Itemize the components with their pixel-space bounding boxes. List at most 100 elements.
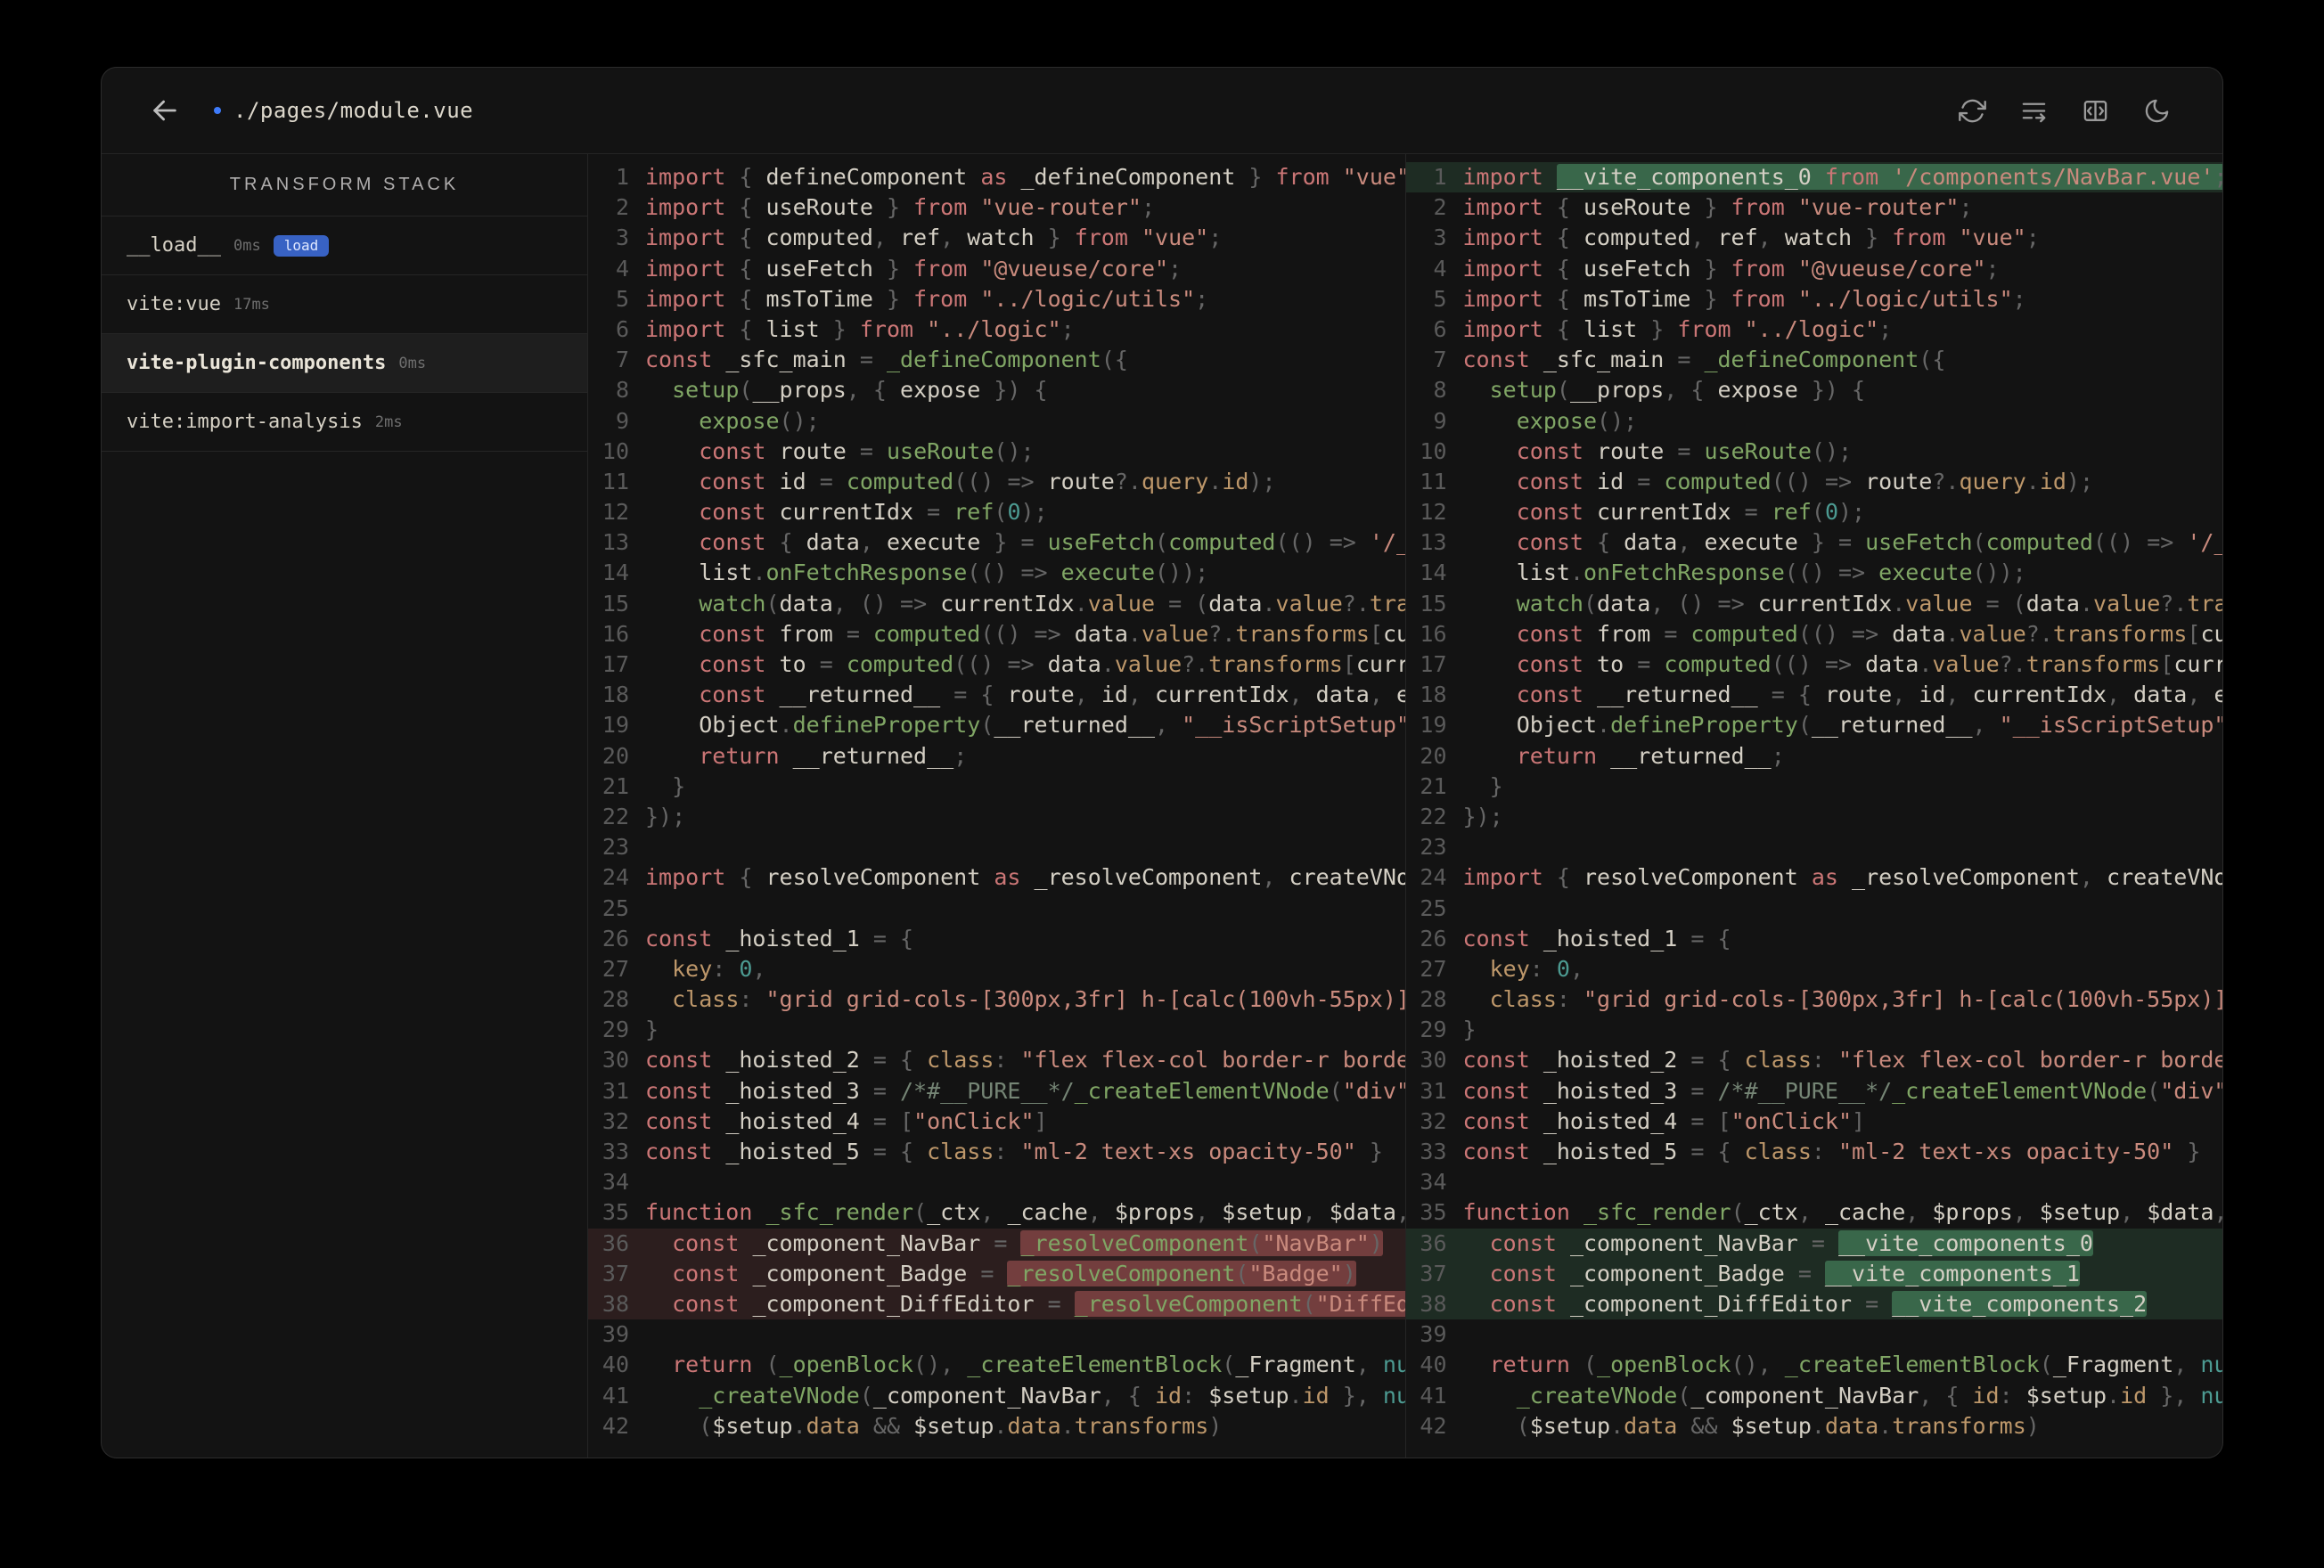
- code-text: const _component_DiffEditor = __vite_com…: [1489, 1290, 2148, 1317]
- code-text: const _hoisted_4 = ["onClick"]: [645, 1107, 1048, 1134]
- line-number: 15: [601, 590, 629, 617]
- line-number: 20: [1420, 742, 1447, 769]
- code-text: const _hoisted_1 = {: [645, 925, 914, 951]
- code-line: 13 const { data, execute } = useFetch(co…: [588, 527, 1405, 558]
- code-line: 27 key: 0,: [588, 954, 1405, 984]
- code-text: setup(__props, { expose }) {: [672, 377, 1048, 404]
- code-line: 22});: [588, 802, 1405, 832]
- diff-added-mark: __vite_components_1: [1824, 1260, 2080, 1286]
- code-text: import { computed, ref, watch } from "vu…: [1462, 225, 2040, 251]
- code-line: 38 const _component_DiffEditor = _resolv…: [588, 1288, 1405, 1320]
- code-line: 7 const _sfc_main = _defineComponent({: [1406, 345, 2223, 375]
- line-number: 7: [615, 347, 629, 373]
- line-number: 26: [1420, 925, 1447, 951]
- code-text: const route = useRoute();: [1516, 437, 1853, 464]
- line-number: 9: [1433, 407, 1447, 434]
- diff-pane-before[interactable]: 1 import { defineComponent as _defineComp…: [588, 154, 1405, 1458]
- line-number: 29: [1420, 1017, 1447, 1043]
- line-number: 41: [601, 1382, 629, 1409]
- code-line: 8 setup(__props, { expose }) {: [1406, 375, 2223, 405]
- plugin-name: vite:vue: [127, 293, 221, 315]
- line-number: 22: [601, 803, 629, 829]
- code-line: 28 class: "grid grid-cols-[300px,3fr] h-…: [1406, 984, 2222, 1015]
- line-number: 40: [1420, 1352, 1447, 1378]
- code-text: }: [1462, 1017, 1477, 1043]
- line-number: 36: [1420, 1229, 1447, 1256]
- sidebar-item-vite-plugin-components[interactable]: vite-plugin-components 0ms: [102, 334, 587, 393]
- line-number: 25: [601, 894, 629, 921]
- code-line: 5 import { msToTime } from "../logic/util…: [588, 284, 1405, 314]
- code-line: 3 import { computed, ref, watch } from "v…: [588, 223, 1405, 253]
- code-text: setup(__props, { expose }) {: [1489, 377, 1866, 404]
- code-text: import { list } from "../logic";: [1462, 315, 1893, 342]
- diff-view-toggle-button[interactable]: [2082, 97, 2109, 125]
- sidebar-item-load[interactable]: __load__ 0ms load: [102, 216, 587, 275]
- moon-icon: [2145, 99, 2169, 122]
- code-line: 20 return __returned__;: [1406, 741, 2223, 772]
- refresh-button[interactable]: [1959, 97, 1986, 125]
- code-text: watch(data, () => currentIdx.value = (da…: [1516, 590, 2222, 617]
- code-text: const _hoisted_2 = { class: "flex flex-c…: [645, 1047, 1405, 1074]
- line-number: 41: [1420, 1382, 1447, 1409]
- module-status-dot: [214, 107, 221, 114]
- code-text: import __vite_components_0 from '/compon…: [1463, 162, 2222, 192]
- line-number: 6: [615, 315, 629, 342]
- code-text: const currentIdx = ref(0);: [1516, 499, 1866, 526]
- line-wrap-toggle-button[interactable]: [2020, 97, 2048, 125]
- diff-removed-mark: _resolveComponent("NavBar"): [1020, 1229, 1383, 1256]
- code-line: 36 const _component_NavBar = _resolveCom…: [588, 1228, 1405, 1259]
- code-line: 34: [588, 1167, 1405, 1197]
- code-text: import { useFetch } from "@vueuse/core";: [645, 255, 1182, 282]
- code-line: 32 const _hoisted_4 = ["onClick"]: [1406, 1107, 2223, 1137]
- code-line: 24 import { resolveComponent as _resolveC…: [1406, 862, 2222, 893]
- sidebar-item-vite-import-analysis[interactable]: vite:import-analysis 2ms: [102, 393, 587, 452]
- refresh-icon: [1959, 99, 1986, 122]
- code-line: 4 import { useFetch } from "@vueuse/core"…: [1406, 254, 2223, 284]
- code-line: 40 return (_openBlock(), _createElementB…: [1406, 1350, 2222, 1380]
- code-text: import { msToTime } from "../logic/utils…: [1462, 285, 2026, 312]
- diff-added-mark: __vite_components_0 from '/components/Na…: [1556, 164, 2222, 190]
- code-line: 31 const _hoisted_3 = /*#__PURE__*/_creat…: [588, 1076, 1405, 1107]
- code-text: const _component_NavBar = _resolveCompon…: [672, 1229, 1383, 1256]
- code-line: 39: [1406, 1319, 2223, 1350]
- line-number: 36: [601, 1229, 629, 1256]
- code-line: 15 watch(data, () => currentIdx.value = …: [1406, 589, 2222, 619]
- module-title-group: ./pages/module.vue: [214, 98, 473, 123]
- split-view-icon: [2083, 100, 2107, 121]
- line-number: 13: [1420, 529, 1447, 556]
- line-number: 32: [601, 1107, 629, 1134]
- code-line: 3 import { computed, ref, watch } from "v…: [1406, 223, 2223, 253]
- code-line: 30 const _hoisted_2 = { class: "flex flex…: [1406, 1045, 2222, 1075]
- line-number: 39: [1420, 1321, 1447, 1348]
- line-number: 8: [1433, 377, 1447, 404]
- plugin-name: vite:import-analysis: [127, 411, 363, 433]
- line-number: 37: [601, 1260, 629, 1286]
- back-button[interactable]: [150, 95, 180, 126]
- code-text: import { msToTime } from "../logic/utils…: [645, 285, 1209, 312]
- dark-mode-toggle-button[interactable]: [2143, 97, 2171, 125]
- code-text: const __returned__ = { route, id, curren…: [1516, 682, 2222, 708]
- code-line: 40 return (_openBlock(), _createElementB…: [588, 1350, 1405, 1380]
- plugin-time: 17ms: [233, 295, 270, 314]
- code-line: 37 const _component_Badge = __vite_compo…: [1405, 1258, 2222, 1289]
- diff-pane-after[interactable]: 1 import __vite_components_0 from '/compo…: [1404, 154, 2223, 1458]
- code-line: 13 const { data, execute } = useFetch(co…: [1406, 527, 2222, 558]
- text-wrap-icon: [2022, 102, 2046, 122]
- sidebar-item-vite-vue[interactable]: vite:vue 17ms: [102, 275, 587, 334]
- code-text: }: [1462, 772, 1503, 799]
- code-text: expose();: [699, 407, 820, 434]
- code-text: return (_openBlock(), _createElementBloc…: [672, 1352, 1404, 1378]
- line-number: 42: [601, 1412, 629, 1439]
- line-number: 28: [1420, 986, 1447, 1013]
- line-number: 38: [1420, 1290, 1447, 1317]
- code-line: 23: [1406, 832, 2223, 862]
- code-text: function _sfc_render(_ctx, _cache, $prop…: [1462, 1199, 2223, 1226]
- line-number: 5: [1433, 285, 1447, 312]
- diff-removed-mark: _resolveComponent("Badge"): [1007, 1260, 1356, 1286]
- code-line: 41 _createVNode(_component_NavBar, { id:…: [1406, 1381, 2222, 1411]
- line-number: 37: [1420, 1260, 1447, 1286]
- line-number: 34: [1420, 1169, 1447, 1196]
- line-number: 38: [601, 1290, 629, 1317]
- line-number: 2: [1433, 194, 1447, 221]
- code-text: const _hoisted_4 = ["onClick"]: [1462, 1107, 1866, 1134]
